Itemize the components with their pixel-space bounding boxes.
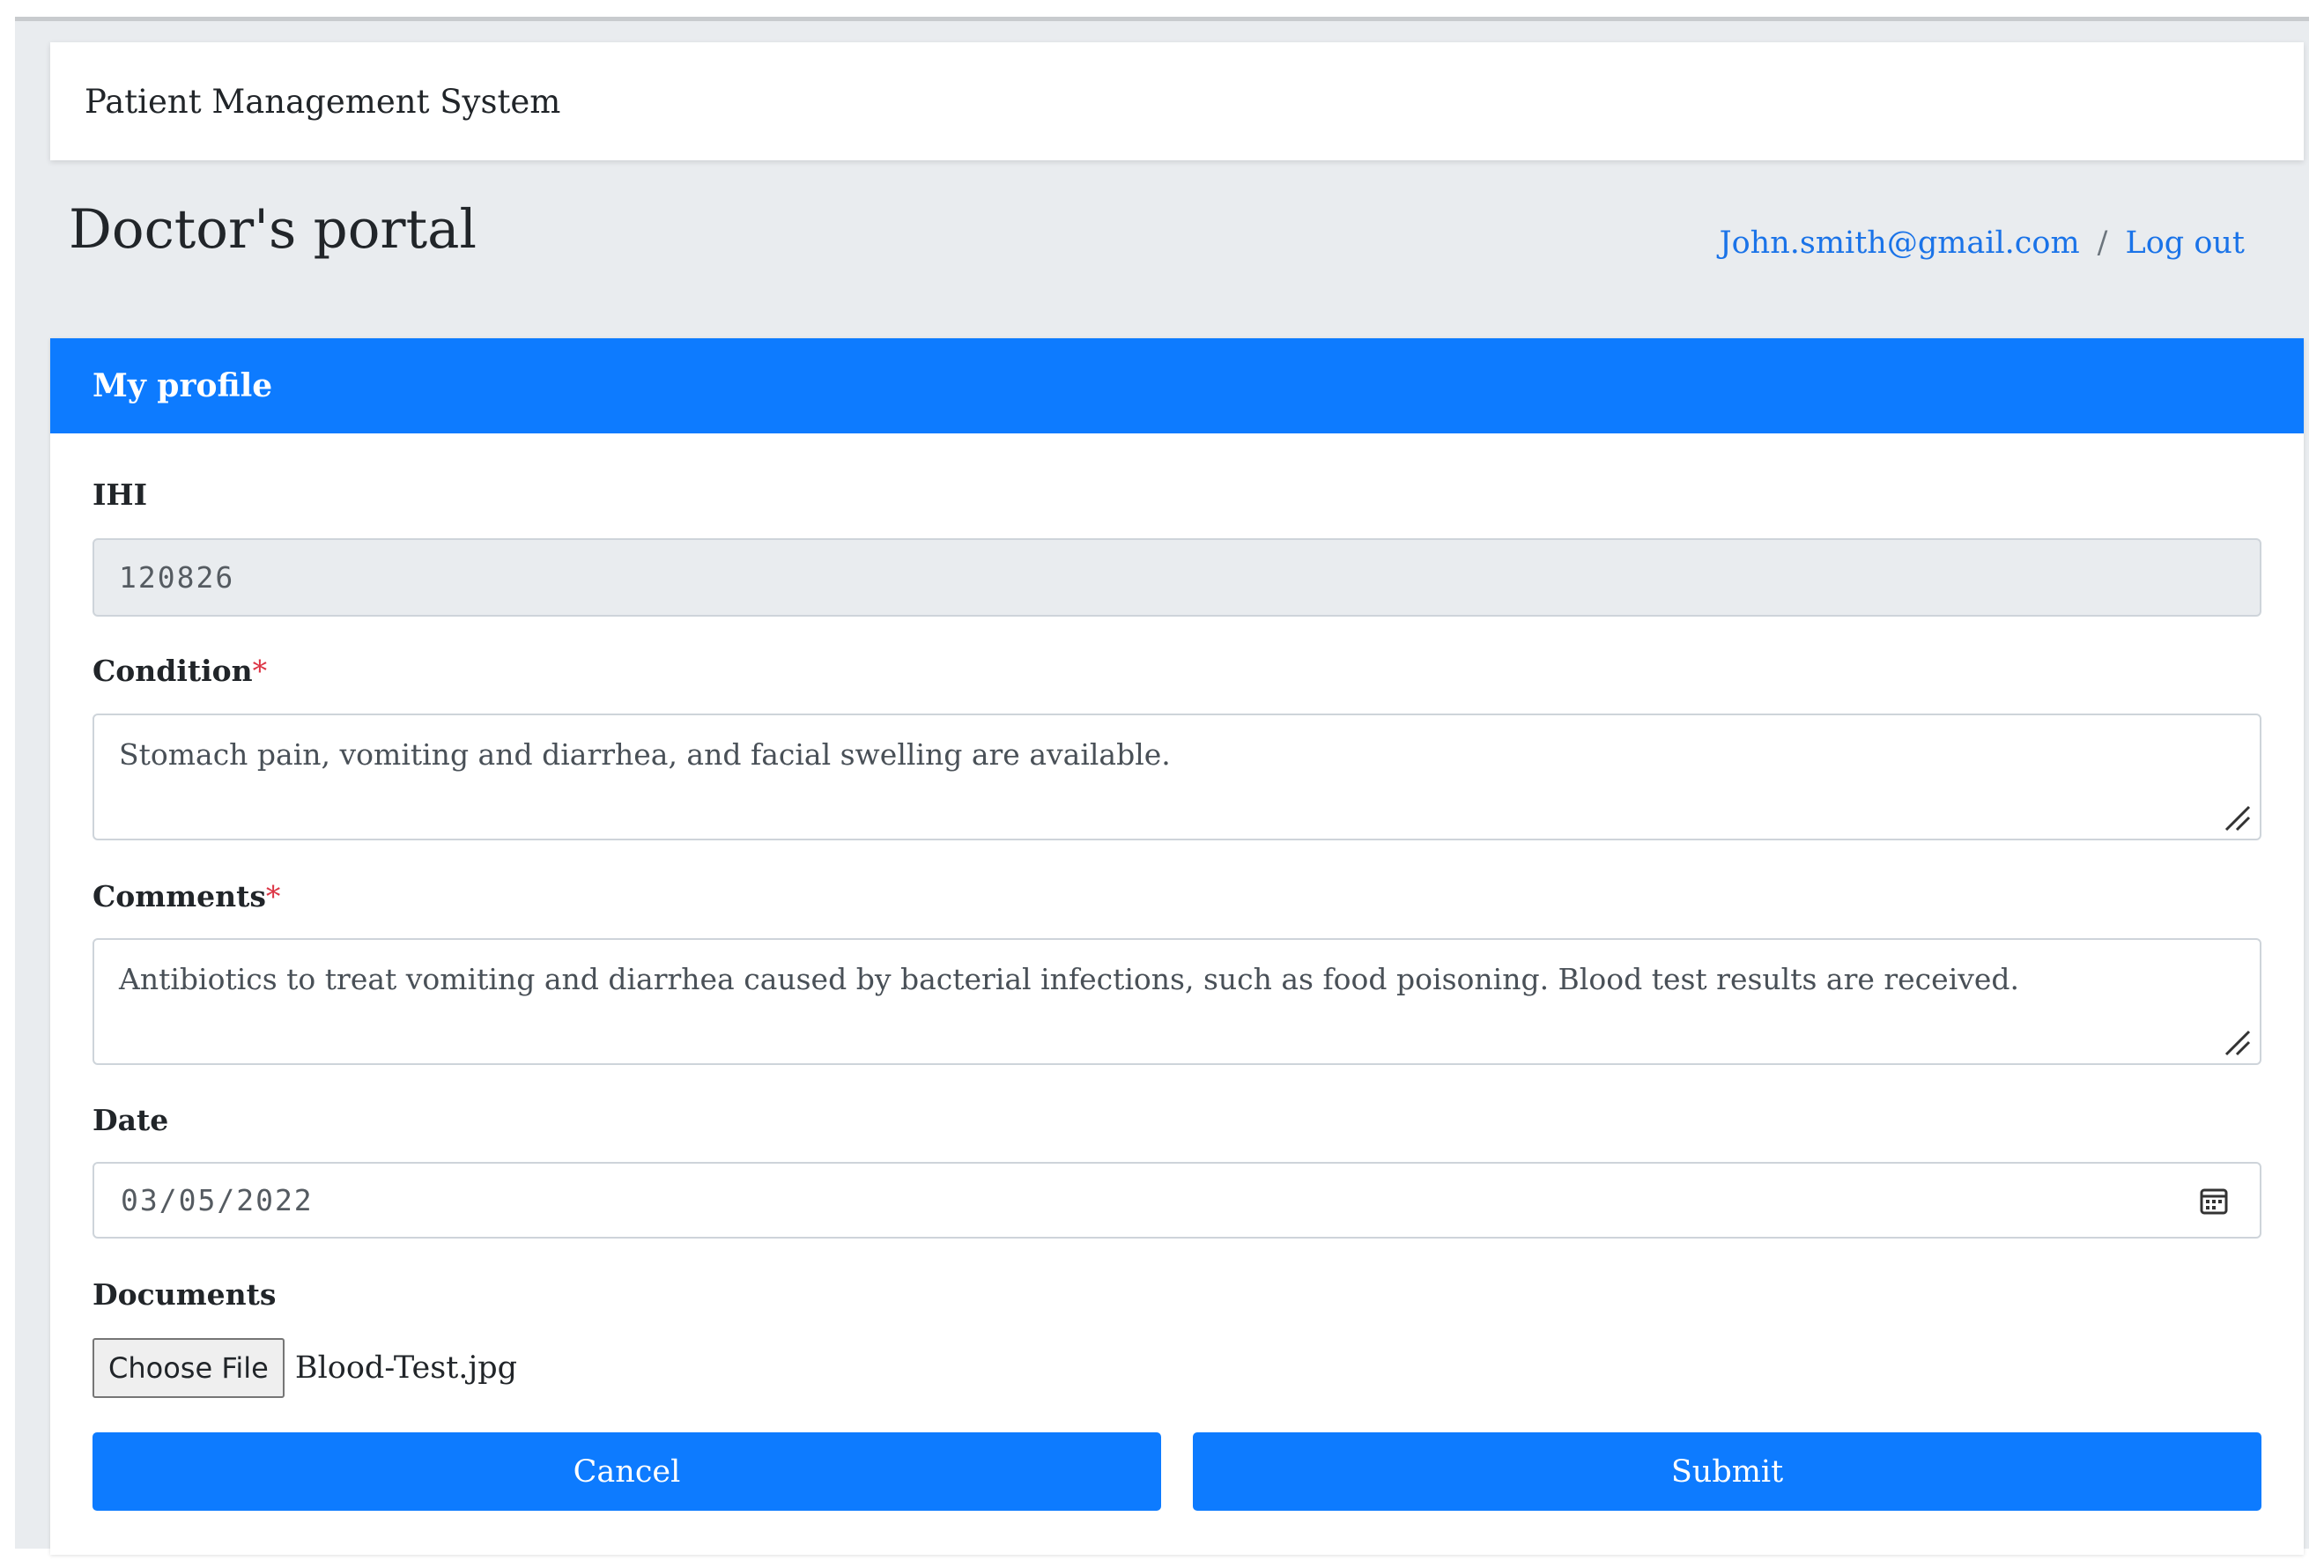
comments-label: Comments* [93, 879, 280, 913]
ihi-value: 120826 [119, 560, 235, 595]
selected-file-name: Blood-Test.jpg [294, 1350, 518, 1386]
submit-button[interactable]: Submit [1193, 1432, 2261, 1511]
card-title: My profile [93, 367, 273, 404]
documents-label: Documents [93, 1277, 276, 1312]
logout-link[interactable]: Log out [2125, 226, 2245, 261]
resize-grip-icon[interactable] [2221, 1026, 2253, 1058]
ihi-label-text: IHI [93, 477, 148, 512]
ihi-field: 120826 [93, 538, 2261, 617]
condition-textarea[interactable]: Stomach pain, vomiting and diarrhea, and… [93, 714, 2261, 840]
condition-label-text: Condition [93, 654, 253, 688]
condition-value: Stomach pain, vomiting and diarrhea, and… [119, 737, 1171, 772]
comments-value: Antibiotics to treat vomiting and diarrh… [119, 962, 2020, 996]
condition-label: Condition* [93, 654, 267, 688]
date-value: 03/05/2022 [121, 1183, 314, 1217]
resize-grip-icon[interactable] [2221, 802, 2253, 833]
card-header: My profile [50, 338, 2304, 433]
user-email-link[interactable]: John.smith@gmail.com [1720, 226, 2080, 261]
ihi-label: IHI [93, 477, 147, 512]
user-links: John.smith@gmail.com / Log out [1720, 226, 2245, 261]
comments-textarea[interactable]: Antibiotics to treat vomiting and diarrh… [93, 938, 2261, 1065]
comments-label-text: Comments [93, 879, 266, 913]
profile-card: My profile IHI 120826 Condition* Stomach… [50, 338, 2304, 1555]
page-title: Doctor's portal [69, 198, 477, 261]
date-label: Date [93, 1103, 168, 1137]
date-input[interactable]: 03/05/2022 [93, 1162, 2261, 1239]
link-separator: / [2097, 226, 2108, 261]
comments-required-mark: * [265, 879, 281, 913]
date-label-text: Date [93, 1103, 169, 1137]
file-input: Choose File Blood-Test.jpg [93, 1338, 517, 1398]
choose-file-button[interactable]: Choose File [93, 1338, 285, 1398]
app-frame: Patient Management System Doctor's porta… [15, 17, 2309, 1555]
top-navbar: Patient Management System [50, 42, 2304, 160]
cancel-button[interactable]: Cancel [93, 1432, 1161, 1511]
brand-title[interactable]: Patient Management System [85, 83, 560, 121]
condition-required-mark: * [252, 654, 268, 688]
documents-label-text: Documents [93, 1277, 277, 1312]
calendar-icon[interactable] [2198, 1185, 2230, 1217]
